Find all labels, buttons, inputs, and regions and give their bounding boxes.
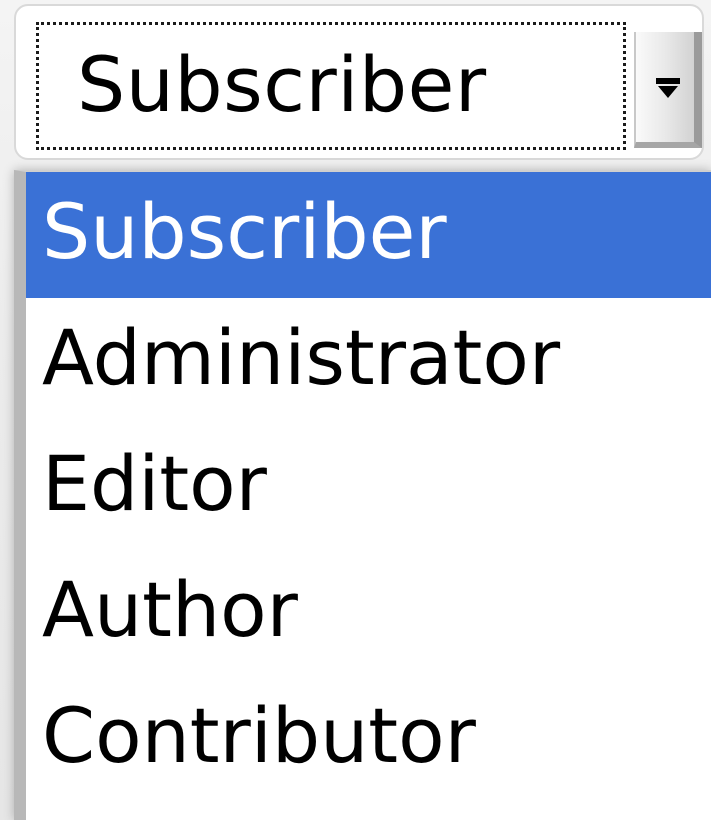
option-subscriber[interactable]: Subscriber	[26, 172, 711, 298]
role-options-list: Subscriber Administrator Editor Author C…	[14, 170, 711, 820]
option-contributor[interactable]: Contributor	[26, 676, 711, 802]
option-editor[interactable]: Editor	[26, 424, 711, 550]
option-label: Author	[42, 565, 298, 654]
role-select[interactable]: Subscriber	[14, 4, 704, 160]
option-label: Editor	[42, 439, 267, 528]
option-administrator[interactable]: Administrator	[26, 298, 711, 424]
option-label: Subscriber	[42, 187, 447, 276]
chevron-down-icon	[656, 78, 680, 98]
select-arrow-button[interactable]	[634, 32, 702, 148]
option-author[interactable]: Author	[26, 550, 711, 676]
select-focus-ring: Subscriber	[36, 22, 626, 150]
option-label: Administrator	[42, 313, 561, 402]
option-label: Contributor	[42, 691, 476, 780]
select-current-value: Subscriber	[77, 40, 487, 129]
